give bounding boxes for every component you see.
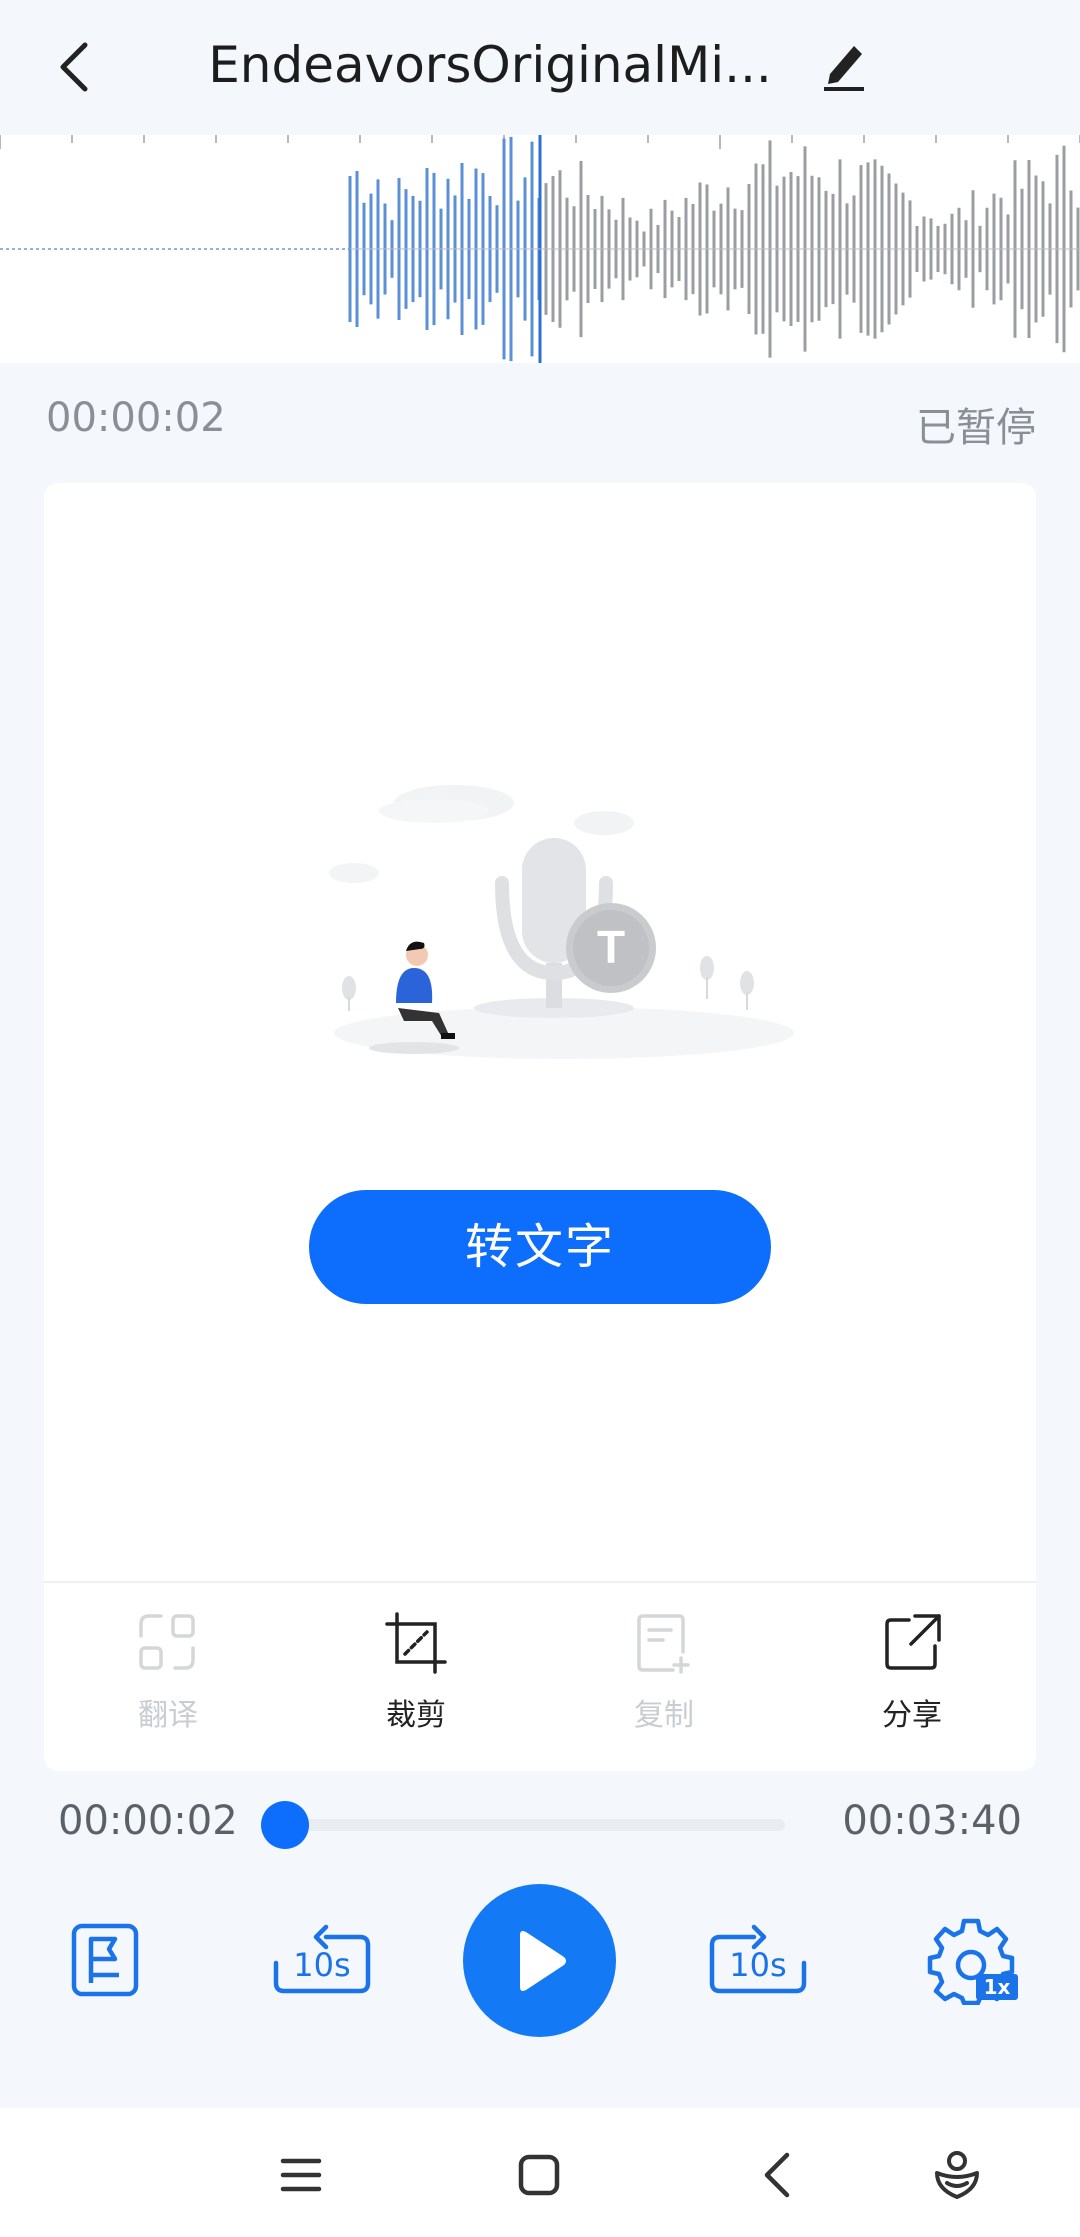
- forward-10s-button[interactable]: 10s: [706, 1918, 810, 2002]
- speed-badge: 1x: [976, 1974, 1018, 2000]
- translate-icon: [139, 1614, 195, 1670]
- playback-duration: 00:03:40: [842, 1798, 1022, 1844]
- nav-back-button[interactable]: [732, 2130, 822, 2220]
- waveform[interactable]: [0, 135, 1080, 363]
- flag-icon: [71, 1923, 139, 1997]
- crop-button[interactable]: 裁剪: [292, 1583, 540, 1771]
- rewind-label: 10s: [293, 1946, 351, 1984]
- copy-button[interactable]: 复制: [540, 1583, 788, 1771]
- crop-label: 裁剪: [386, 1698, 446, 1733]
- action-bar: 翻译 裁剪 复制 分享: [44, 1583, 1036, 1771]
- assistant-icon: [935, 2151, 979, 2199]
- share-icon: [885, 1614, 941, 1670]
- translate-label: 翻译: [138, 1698, 198, 1733]
- forward-label: 10s: [729, 1946, 787, 1984]
- pencil-icon: [824, 46, 864, 91]
- menu-icon: [280, 2158, 322, 2192]
- waveform-view[interactable]: [0, 135, 1080, 363]
- system-navigation-bar: [0, 2108, 1080, 2237]
- play-button[interactable]: [463, 1884, 616, 2037]
- mark-button[interactable]: [60, 1920, 150, 2000]
- recording-status-row: 00:00:02 已暂停: [0, 385, 1080, 455]
- playback-settings-button[interactable]: 1x: [926, 1912, 1018, 2008]
- copy-label: 复制: [634, 1698, 694, 1733]
- transcript-card: T 转文字 翻译 裁剪 复制 分享: [44, 483, 1036, 1771]
- empty-transcript-illustration: T: [329, 785, 794, 1059]
- chevron-left-icon: [60, 42, 88, 92]
- assistant-button[interactable]: [912, 2130, 1002, 2220]
- share-label: 分享: [882, 1698, 942, 1733]
- menu-button[interactable]: [256, 2130, 346, 2220]
- crop-icon: [385, 1612, 447, 1674]
- play-icon: [519, 1930, 566, 1991]
- transcribe-button[interactable]: 转文字: [309, 1190, 771, 1304]
- progress-thumb[interactable]: [260, 1801, 309, 1849]
- edit-title-button[interactable]: [810, 30, 880, 100]
- playback-controls: 10s 10s 1x: [0, 1880, 1080, 2040]
- status-label: 已暂停: [916, 405, 1036, 451]
- copy-icon: [637, 1614, 690, 1674]
- recording-title: EndeavorsOriginalMi...: [208, 36, 772, 94]
- translate-button[interactable]: 翻译: [44, 1583, 292, 1771]
- playback-position: 00:00:02: [58, 1798, 238, 1844]
- app-header: EndeavorsOriginalMi...: [0, 0, 1080, 135]
- share-button[interactable]: 分享: [788, 1583, 1036, 1771]
- home-square-icon: [518, 2154, 560, 2196]
- back-icon: [764, 2152, 790, 2198]
- home-button[interactable]: [494, 2130, 584, 2220]
- progress-track[interactable]: [280, 1819, 785, 1831]
- playback-progress: 00:00:02 00:03:40: [0, 1790, 1080, 1860]
- svg-text:T: T: [597, 921, 625, 973]
- rewind-10s-button[interactable]: 10s: [270, 1918, 374, 2002]
- back-button[interactable]: [40, 32, 110, 102]
- current-time: 00:00:02: [46, 395, 226, 441]
